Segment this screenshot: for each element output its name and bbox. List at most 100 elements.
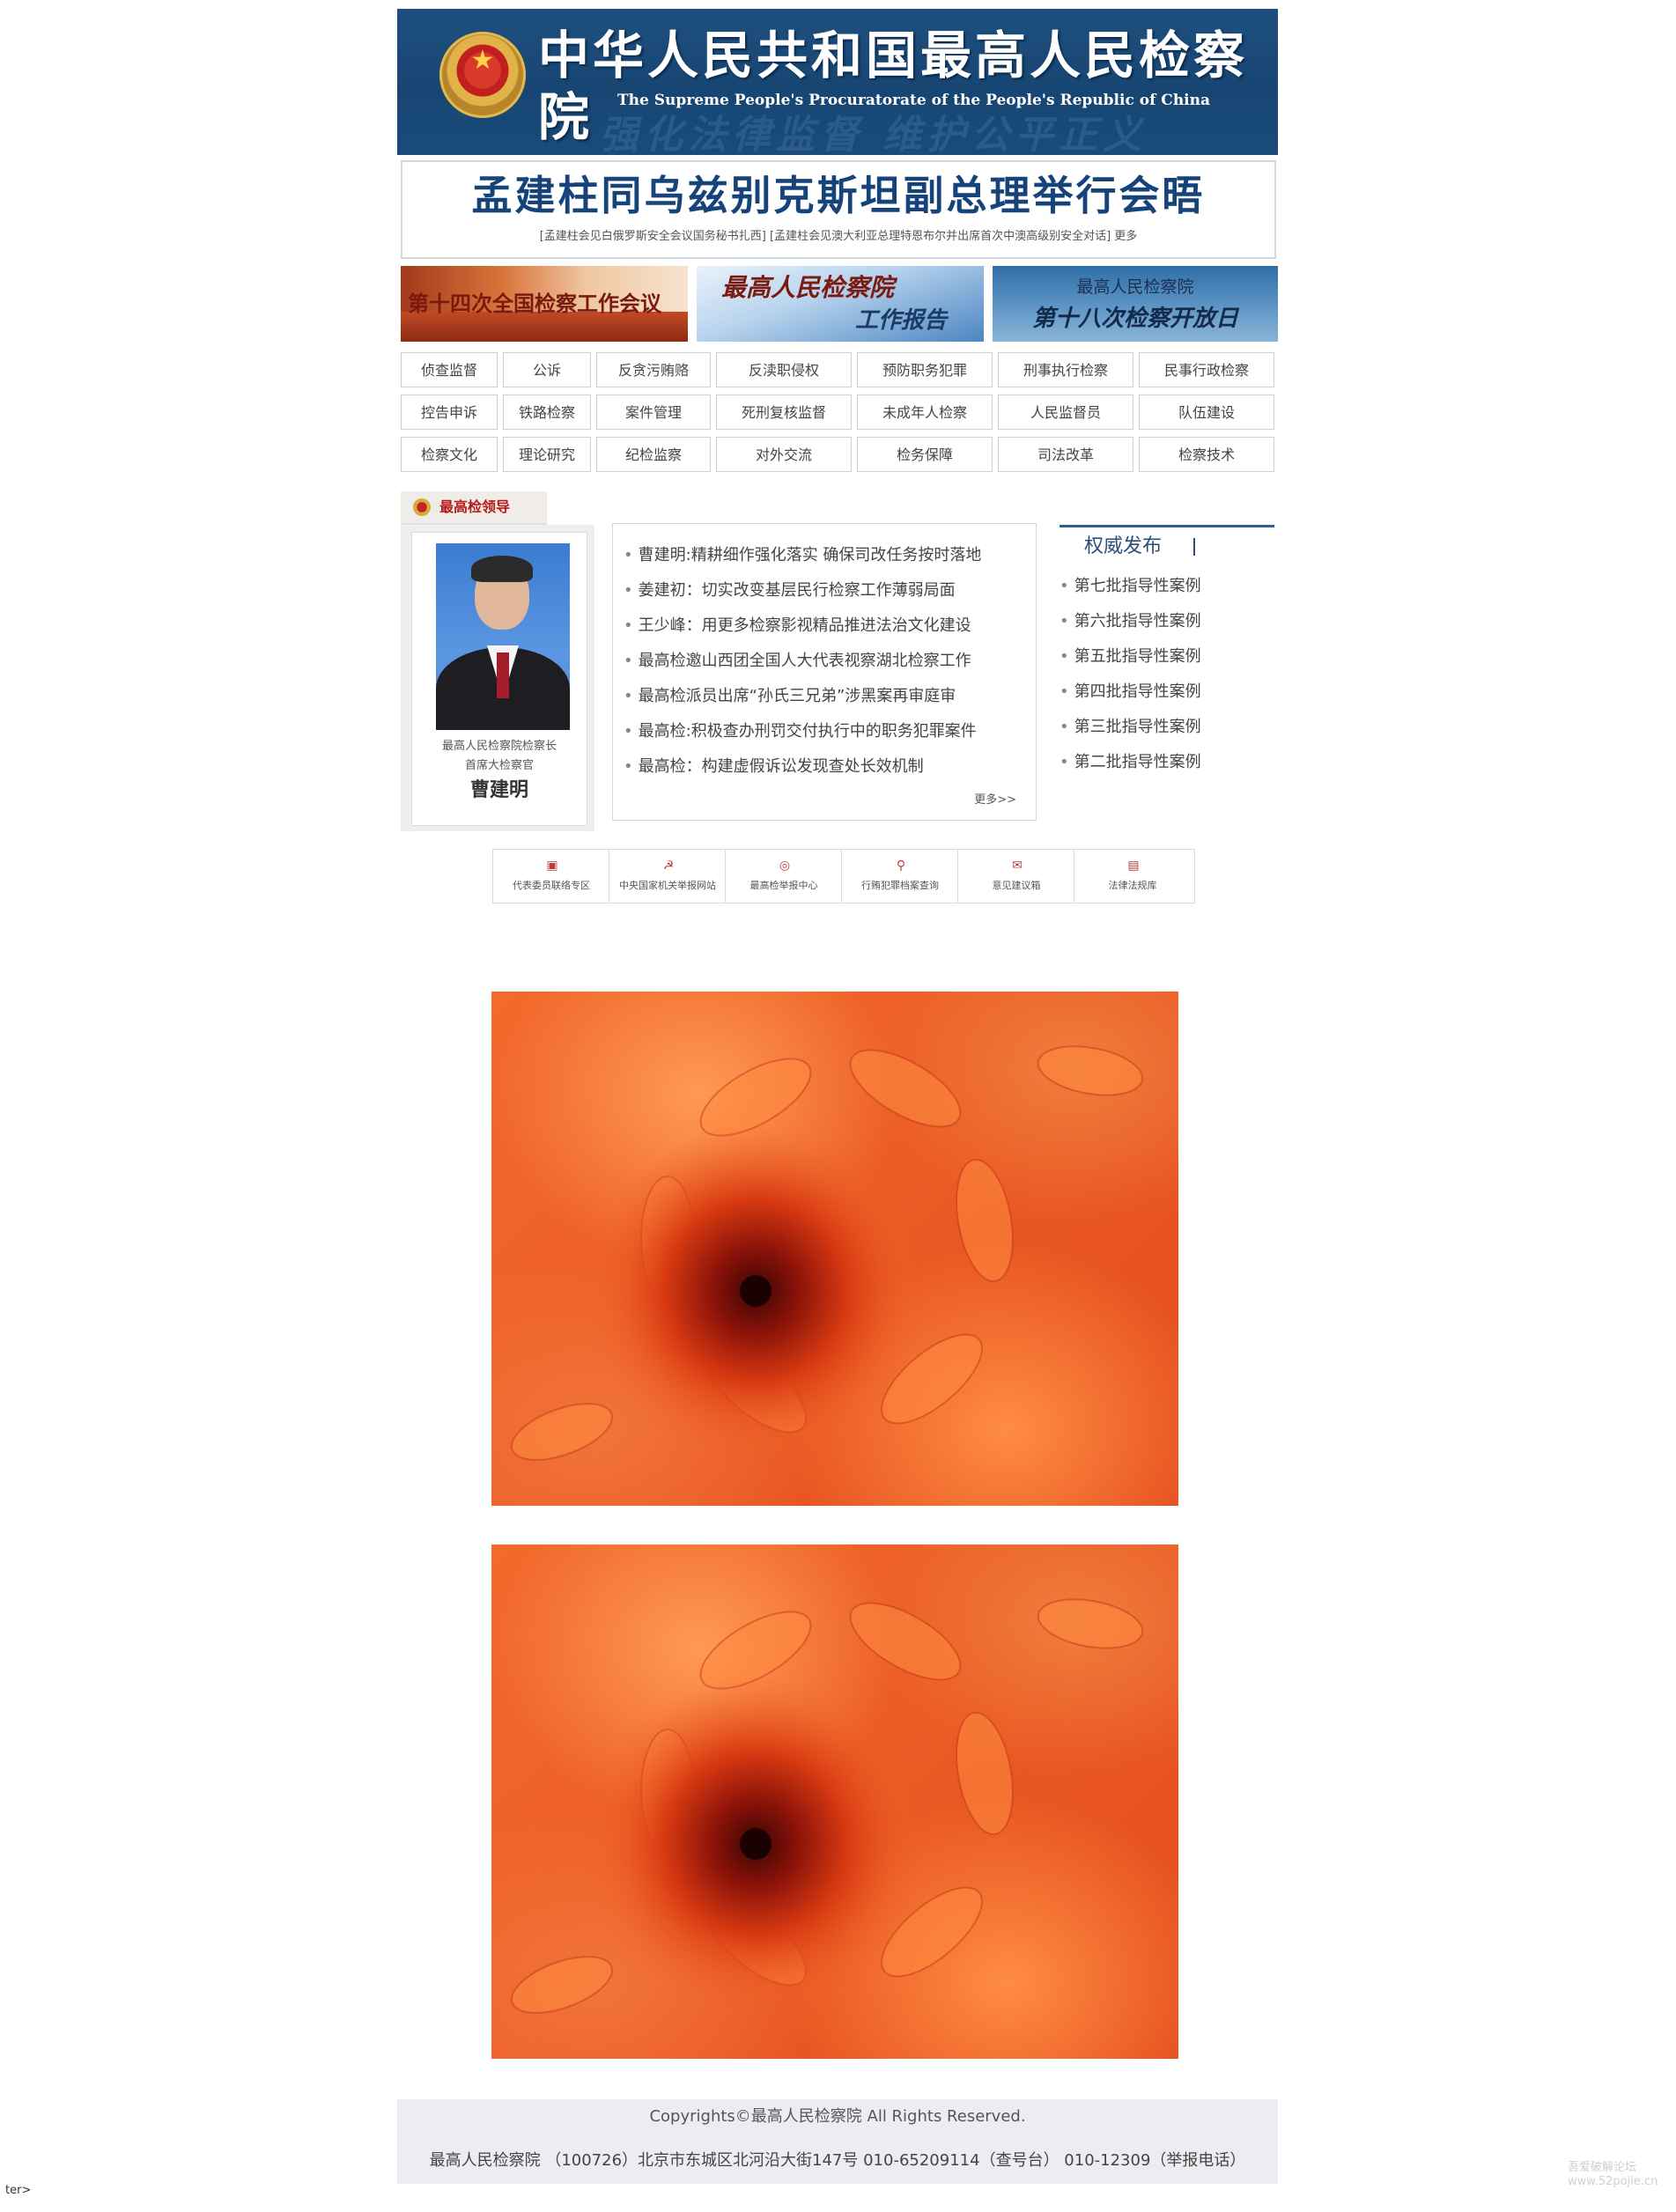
quick-link[interactable]: ✉ 意见建议箱 xyxy=(958,850,1074,903)
footer-address: 最高人民检察院 （100726）北京市东城区北河沿大街147号 010-6520… xyxy=(429,2151,1246,2170)
banner-work-report[interactable]: 最高人民检察院 工作报告 xyxy=(697,266,984,342)
headline-links[interactable]: [孟建柱会见白俄罗斯安全会议国务秘书扎西] [孟建柱会见澳大利亚总理特恩布尔并出… xyxy=(540,230,1138,243)
authority-item-text: 第六批指导性案例 xyxy=(1074,612,1201,630)
category-link[interactable]: 队伍建设 xyxy=(1139,394,1274,430)
bullet-icon: • xyxy=(1059,753,1069,771)
news-item-text: 最高检派员出席“孙氏三兄弟”涉黑案再审庭审 xyxy=(638,687,956,705)
authority-tab[interactable]: 权威发布 xyxy=(1084,535,1162,559)
category-link[interactable]: 纪检监察 xyxy=(596,437,711,472)
quick-link-label: 行贿犯罪档案查询 xyxy=(861,880,939,891)
portrait-hair xyxy=(471,556,533,582)
bullet-icon: • xyxy=(1059,682,1069,701)
leader-title-line1: 最高人民检察院检察长 xyxy=(441,740,557,753)
bullet-icon: • xyxy=(624,757,633,776)
category-link[interactable]: 案件管理 xyxy=(596,394,711,430)
leader-card[interactable]: 最高人民检察院检察长 首席大检察官 曹建明 xyxy=(411,532,587,826)
news-list: • 曹建明:精耕细作强化落实 确保司改任务按时落地 • 姜建初：切实改变基层民行检察… xyxy=(612,523,1037,821)
category-link[interactable]: 未成年人检察 xyxy=(857,394,993,430)
category-link[interactable]: 侦查监督 xyxy=(401,352,498,387)
id-card-icon: ▣ xyxy=(546,859,558,873)
category-link[interactable]: 反贪污贿赂 xyxy=(596,352,711,387)
quick-link[interactable]: ⚲ 行贿犯罪档案查询 xyxy=(842,850,958,903)
quick-link-label: 中央国家机关举报网站 xyxy=(619,880,716,891)
authority-item[interactable]: • 第七批指导性案例 xyxy=(1059,576,1201,597)
authority-item-text: 第七批指导性案例 xyxy=(1074,577,1201,595)
authority-item[interactable]: • 第六批指导性案例 xyxy=(1059,611,1201,632)
quick-link[interactable]: ▣ 代表委员联络专区 xyxy=(493,850,609,903)
category-link[interactable]: 检察文化 xyxy=(401,437,498,472)
category-link[interactable]: 检察技术 xyxy=(1139,437,1274,472)
category-link[interactable]: 铁路检察 xyxy=(503,394,591,430)
site-footer: Copyrights©最高人民检察院 All Rights Reserved. … xyxy=(397,2099,1278,2184)
bullet-icon: • xyxy=(1059,718,1069,736)
category-link[interactable]: 反渎职侵权 xyxy=(716,352,852,387)
quick-link[interactable]: ◎ 最高检举报中心 xyxy=(726,850,842,903)
headline-title[interactable]: 孟建柱同乌兹别克斯坦副总理举行会晤 xyxy=(402,171,1274,220)
banner-open-day[interactable]: 最高人民检察院 第十八次检察开放日 xyxy=(993,266,1278,342)
leader-panel: 最高人民检察院检察长 首席大检察官 曹建明 xyxy=(401,525,594,831)
bullet-icon: • xyxy=(1059,612,1069,630)
news-item[interactable]: • 最高检派员出席“孙氏三兄弟”涉黑案再审庭审 xyxy=(624,686,956,707)
category-nav: 侦查监督 公诉 反贪污贿赂 反渎职侵权 预防职务犯罪 刑事执行检察 民事行政检察… xyxy=(401,352,1274,483)
category-link[interactable]: 死刑复核监督 xyxy=(716,394,852,430)
party-emblem-icon: ☭ xyxy=(662,859,675,873)
authority-item[interactable]: • 第三批指导性案例 xyxy=(1059,717,1201,738)
leader-name[interactable]: 曹建明 xyxy=(412,778,587,804)
category-link[interactable]: 预防职务犯罪 xyxy=(857,352,993,387)
authority-item[interactable]: • 第五批指导性案例 xyxy=(1059,646,1201,667)
portrait-tie xyxy=(497,653,509,698)
quick-link-label: 最高检举报中心 xyxy=(749,880,818,891)
category-link[interactable]: 理论研究 xyxy=(503,437,591,472)
category-link[interactable]: 人民监督员 xyxy=(998,394,1133,430)
category-link[interactable]: 公诉 xyxy=(503,352,591,387)
authority-item-text: 第三批指导性案例 xyxy=(1074,718,1201,736)
authority-item[interactable]: • 第四批指导性案例 xyxy=(1059,682,1201,703)
news-item[interactable]: • 最高检:积极查办刑罚交付执行中的职务犯罪案件 xyxy=(624,721,977,742)
news-item[interactable]: • 最高检：构建虚假诉讼发现查处长效机制 xyxy=(624,756,924,778)
category-link[interactable]: 控告申诉 xyxy=(401,394,498,430)
news-item[interactable]: • 最高检邀山西团全国人大代表视察湖北检察工作 xyxy=(624,651,971,672)
leader-section-tab[interactable]: 最高检领导 xyxy=(401,491,547,525)
chrysanthemum-image xyxy=(491,992,1178,1506)
tab-divider xyxy=(1193,538,1195,556)
banner2-label-line2: 工作报告 xyxy=(855,307,948,334)
authority-item[interactable]: • 第二批指导性案例 xyxy=(1059,752,1201,773)
authority-header: 权威发布 xyxy=(1059,525,1274,564)
banner3-label-line1: 最高人民检察院 xyxy=(1076,277,1194,297)
category-link[interactable]: 司法改革 xyxy=(998,437,1133,472)
bullet-icon: • xyxy=(624,687,633,705)
authority-item-text: 第五批指导性案例 xyxy=(1074,647,1201,666)
category-link[interactable]: 检务保障 xyxy=(857,437,993,472)
quick-link[interactable]: ☭ 中央国家机关举报网站 xyxy=(609,850,726,903)
forum-watermark: 吾爱破解论坛 www.52pojie.cn xyxy=(1568,2161,1658,2188)
news-more-link[interactable]: 更多>> xyxy=(974,790,1016,807)
news-item[interactable]: • 姜建初：切实改变基层民行检察工作薄弱局面 xyxy=(624,580,956,601)
banner3-label-line2: 第十八次检察开放日 xyxy=(1031,306,1238,332)
news-item-text: 姜建初：切实改变基层民行检察工作薄弱局面 xyxy=(638,581,956,600)
news-item-text: 曹建明:精耕细作强化落实 确保司改任务按时落地 xyxy=(638,546,982,564)
category-link[interactable]: 刑事执行检察 xyxy=(998,352,1133,387)
flower-graphic xyxy=(510,1045,1144,1461)
headline-box: 孟建柱同乌兹别克斯坦副总理举行会晤 [孟建柱会见白俄罗斯安全会议国务秘书扎西] … xyxy=(401,160,1276,259)
report-center-icon: ◎ xyxy=(779,859,791,873)
emblem-icon xyxy=(413,498,431,516)
news-item[interactable]: • 王少峰：用更多检察影视精品推进法治文化建设 xyxy=(624,616,971,637)
chrysanthemum-image xyxy=(491,1545,1178,2059)
law-book-icon: ▤ xyxy=(1127,859,1140,873)
news-item[interactable]: • 曹建明:精耕细作强化落实 确保司改任务按时落地 xyxy=(624,545,981,566)
banner-procuratorial-conference[interactable]: 第十四次全国检察工作会议 xyxy=(401,266,688,342)
site-subtitle: The Supreme People's Procuratorate of th… xyxy=(617,92,1211,109)
flower-graphic xyxy=(510,1598,1144,2014)
quick-links-bar: ▣ 代表委员联络专区 ☭ 中央国家机关举报网站 ◎ 最高检举报中心 ⚲ 行贿犯罪档案查询… xyxy=(492,849,1195,903)
bullet-icon: • xyxy=(624,581,633,600)
leader-portrait[interactable] xyxy=(436,543,570,730)
banner1-label: 第十四次全国检察工作会议 xyxy=(408,291,661,316)
category-link[interactable]: 民事行政检察 xyxy=(1139,352,1274,387)
banner2-label-line1: 最高人民检察院 xyxy=(721,273,895,302)
news-item-text: 王少峰：用更多检察影视精品推进法治文化建设 xyxy=(638,616,971,635)
category-link[interactable]: 对外交流 xyxy=(716,437,852,472)
news-item-text: 最高检邀山西团全国人大代表视察湖北检察工作 xyxy=(638,652,971,670)
leader-tab-label: 最高检领导 xyxy=(439,498,511,515)
quick-link[interactable]: ▤ 法律法规库 xyxy=(1074,850,1191,903)
quick-link-label: 意见建议箱 xyxy=(992,880,1041,891)
